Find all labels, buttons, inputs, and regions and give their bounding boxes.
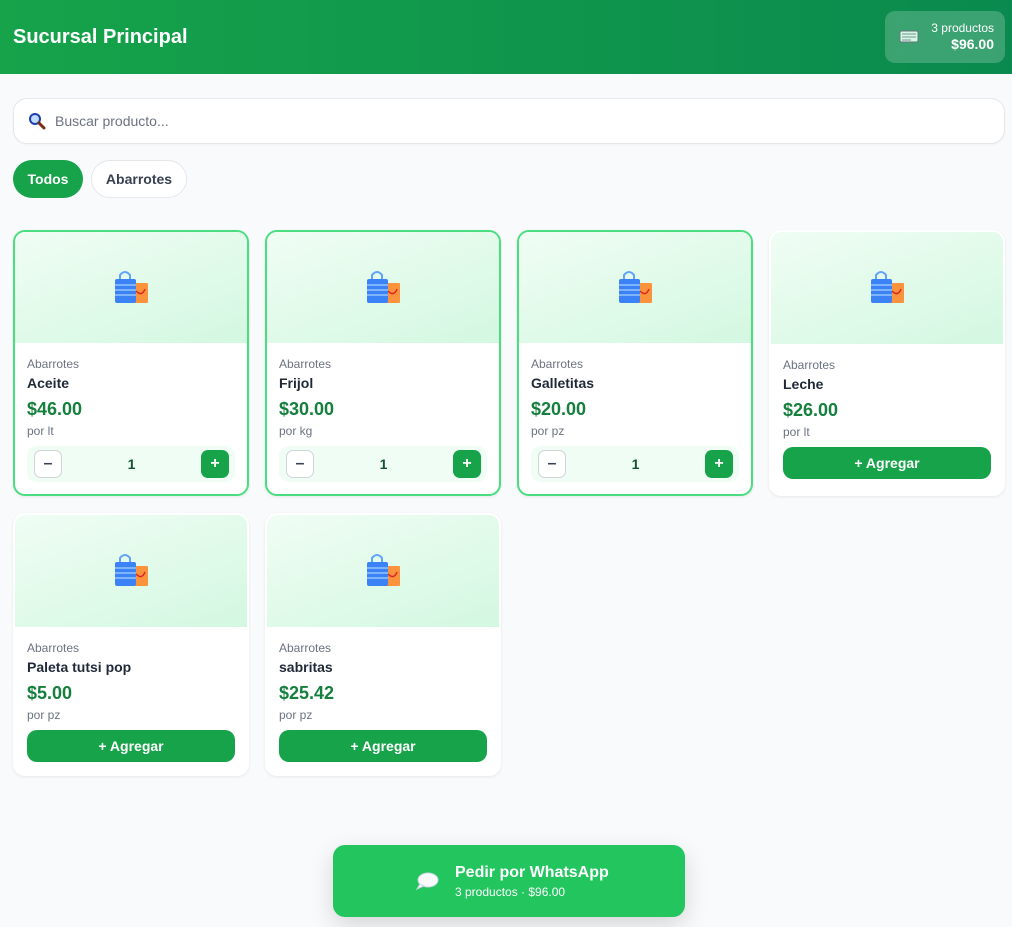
quantity-stepper: – 1 + <box>279 446 487 482</box>
search-icon <box>29 113 46 130</box>
product-unit: por pz <box>279 708 313 722</box>
quantity-stepper: – 1 + <box>27 446 235 482</box>
shopping-bags-icon <box>619 270 652 303</box>
product-category: Abarrotes <box>531 357 584 371</box>
shopping-bags-icon <box>367 554 400 586</box>
product-category: Abarrotes <box>27 357 80 371</box>
quantity-value: 1 <box>631 456 640 472</box>
product-name: Frijol <box>279 375 314 391</box>
increase-quantity-button[interactable]: + <box>704 450 733 478</box>
product-category: Abarrotes <box>783 358 836 372</box>
product-unit: por kg <box>279 424 313 438</box>
shopping-bags-icon <box>367 270 400 303</box>
product-image <box>519 232 751 343</box>
speech-bubble-icon <box>415 872 439 891</box>
product-category: Abarrotes <box>279 357 332 371</box>
quantity-value: 1 <box>379 456 388 472</box>
cart-count: 3 productos <box>931 20 994 35</box>
product-price: $46.00 <box>27 399 83 419</box>
increase-quantity-button[interactable]: + <box>200 450 229 478</box>
decrease-quantity-button[interactable]: – <box>538 450 566 478</box>
whatsapp-order-button[interactable]: Pedir por WhatsApp 3 productos · $96.00 <box>333 845 685 917</box>
product-image <box>267 515 499 627</box>
filter-chip-abarrotes[interactable]: Abarrotes <box>91 160 187 198</box>
category-filters: Todos Abarrotes <box>13 160 187 198</box>
decrease-quantity-button[interactable]: – <box>286 450 314 478</box>
product-card: Abarrotes sabritas $25.42 por pz + Agreg… <box>265 513 501 776</box>
product-name: Aceite <box>27 375 70 391</box>
product-name: Paleta tutsi pop <box>27 659 132 675</box>
product-card: Abarrotes Paleta tutsi pop $5.00 por pz … <box>13 513 249 776</box>
shopping-bags-icon <box>871 271 904 303</box>
product-unit: por pz <box>27 708 61 722</box>
search-bar <box>13 98 1005 144</box>
product-price: $20.00 <box>531 399 587 419</box>
product-grid: Abarrotes Aceite $46.00 por lt – 1 + Aba… <box>13 230 1005 776</box>
cart-icon <box>899 30 919 43</box>
cart-summary-button[interactable]: 3 productos $96.00 <box>885 11 1005 63</box>
product-name: Galletitas <box>531 375 595 391</box>
app-header: Sucursal Principal 3 productos $96.00 <box>0 0 1012 74</box>
add-to-cart-button[interactable]: + Agregar <box>279 730 487 762</box>
add-to-cart-button[interactable]: + Agregar <box>27 730 235 762</box>
add-to-cart-button[interactable]: + Agregar <box>783 447 991 479</box>
decrease-quantity-button[interactable]: – <box>34 450 62 478</box>
product-unit: por lt <box>783 425 810 439</box>
whatsapp-title: Pedir por WhatsApp <box>455 863 609 881</box>
product-price: $25.42 <box>279 683 335 703</box>
product-image <box>15 232 247 343</box>
search-input[interactable] <box>55 113 990 129</box>
quantity-value: 1 <box>127 456 136 472</box>
product-image <box>267 232 499 343</box>
product-unit: por pz <box>531 424 565 438</box>
store-title: Sucursal Principal <box>13 25 188 48</box>
whatsapp-summary: 3 productos · $96.00 <box>455 884 566 899</box>
product-name: Leche <box>783 376 824 392</box>
product-card: Abarrotes Aceite $46.00 por lt – 1 + <box>13 230 249 496</box>
product-category: Abarrotes <box>27 641 80 655</box>
product-category: Abarrotes <box>279 641 332 655</box>
quantity-stepper: – 1 + <box>531 446 739 482</box>
product-card: Abarrotes Leche $26.00 por lt + Agregar <box>769 230 1005 496</box>
shopping-bags-icon <box>115 554 148 586</box>
shopping-bags-icon <box>115 270 148 303</box>
product-price: $26.00 <box>783 400 839 420</box>
product-image <box>771 232 1003 344</box>
product-unit: por lt <box>27 424 54 438</box>
product-image <box>15 515 247 627</box>
product-price: $5.00 <box>27 683 73 703</box>
product-card: Abarrotes Frijol $30.00 por kg – 1 + <box>265 230 501 496</box>
increase-quantity-button[interactable]: + <box>452 450 481 478</box>
product-price: $30.00 <box>279 399 335 419</box>
filter-chip-todos[interactable]: Todos <box>13 160 83 198</box>
cart-total: $96.00 <box>951 36 994 53</box>
product-name: sabritas <box>279 659 333 675</box>
product-card: Abarrotes Galletitas $20.00 por pz – 1 + <box>517 230 753 496</box>
